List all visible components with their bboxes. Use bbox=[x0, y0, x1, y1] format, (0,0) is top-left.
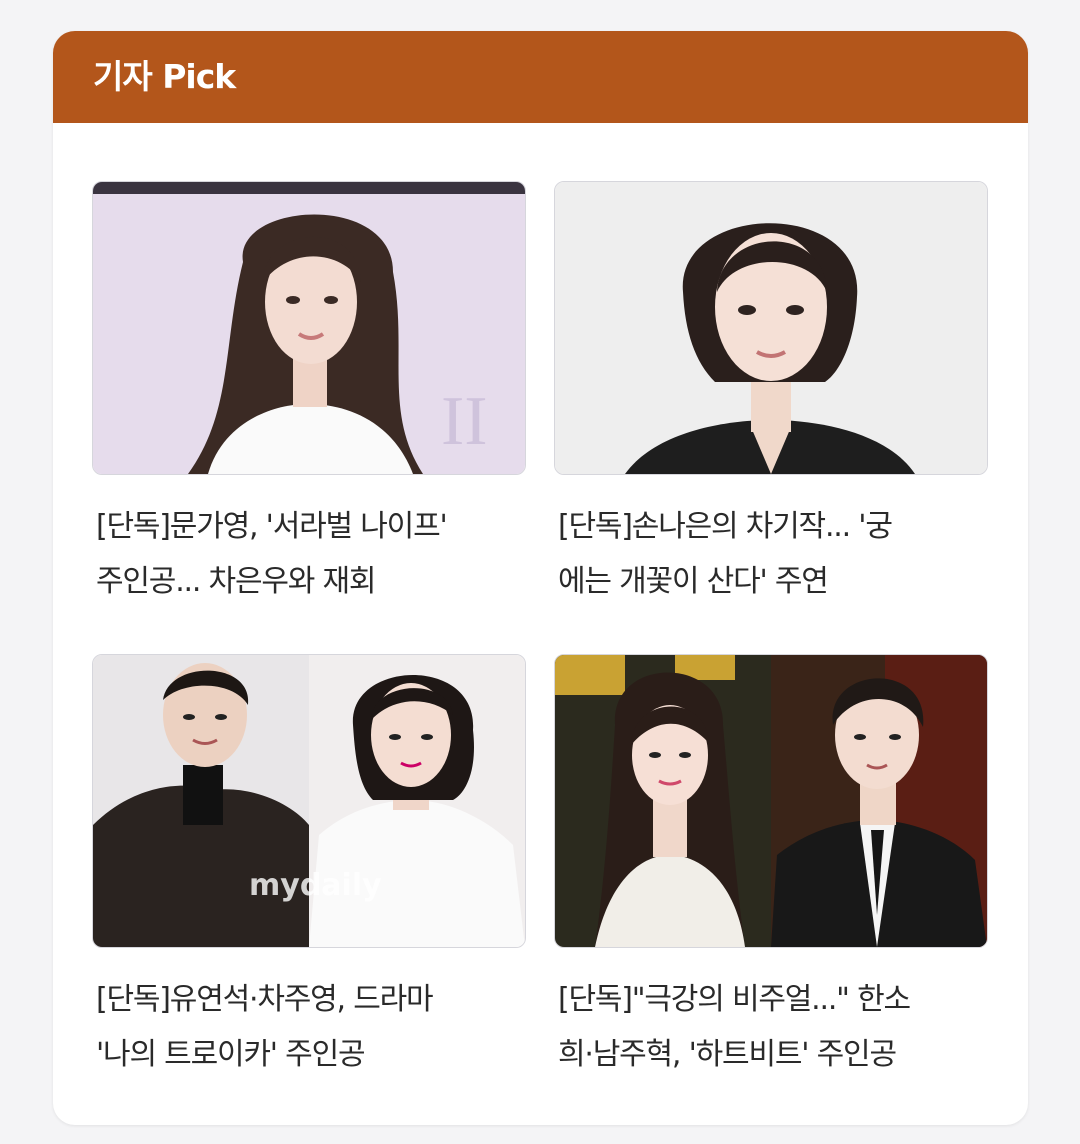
two-person-photo-icon bbox=[555, 655, 987, 947]
headline-line: 희·남주혁, '하트비트' 주인공 bbox=[558, 1037, 897, 1072]
article-thumbnail[interactable] bbox=[554, 181, 988, 475]
article-thumbnail[interactable]: mydaily bbox=[92, 654, 526, 948]
portrait-photo-icon bbox=[555, 182, 987, 474]
headline-line: [단독]"극강의 비주얼..." 한소 bbox=[558, 982, 911, 1017]
article-thumbnail[interactable]: II bbox=[92, 181, 526, 475]
reporter-pick-card: 기자 Pick II [단독]문가영, '서라벌 나이프' 주인공... 차은우… bbox=[53, 31, 1028, 1125]
two-person-photo-icon: mydaily bbox=[93, 655, 525, 947]
section-title: 기자 Pick bbox=[93, 57, 236, 96]
article-headline[interactable]: [단독]유연석·차주영, 드라마 '나의 트로이카' 주인공 bbox=[96, 972, 528, 1082]
article-headline[interactable]: [단독]손나은의 차기작... '궁 에는 개꽃이 산다' 주연 bbox=[558, 499, 990, 609]
svg-text:II: II bbox=[441, 383, 488, 460]
article-thumbnail[interactable] bbox=[554, 654, 988, 948]
headline-line: 주인공... 차은우와 재회 bbox=[96, 564, 376, 599]
watermark-text: mydaily bbox=[249, 868, 382, 903]
headline-line: [단독]유연석·차주영, 드라마 bbox=[96, 982, 434, 1017]
headline-line: [단독]손나은의 차기작... '궁 bbox=[558, 509, 893, 544]
portrait-photo-icon: II bbox=[93, 182, 525, 474]
card-header: 기자 Pick bbox=[53, 31, 1028, 123]
headline-line: 에는 개꽃이 산다' 주연 bbox=[558, 564, 829, 599]
headline-line: '나의 트로이카' 주인공 bbox=[96, 1037, 366, 1072]
article-headline[interactable]: [단독]"극강의 비주얼..." 한소 희·남주혁, '하트비트' 주인공 bbox=[558, 972, 990, 1082]
headline-line: [단독]문가영, '서라벌 나이프' bbox=[96, 509, 448, 544]
article-headline[interactable]: [단독]문가영, '서라벌 나이프' 주인공... 차은우와 재회 bbox=[96, 499, 528, 609]
